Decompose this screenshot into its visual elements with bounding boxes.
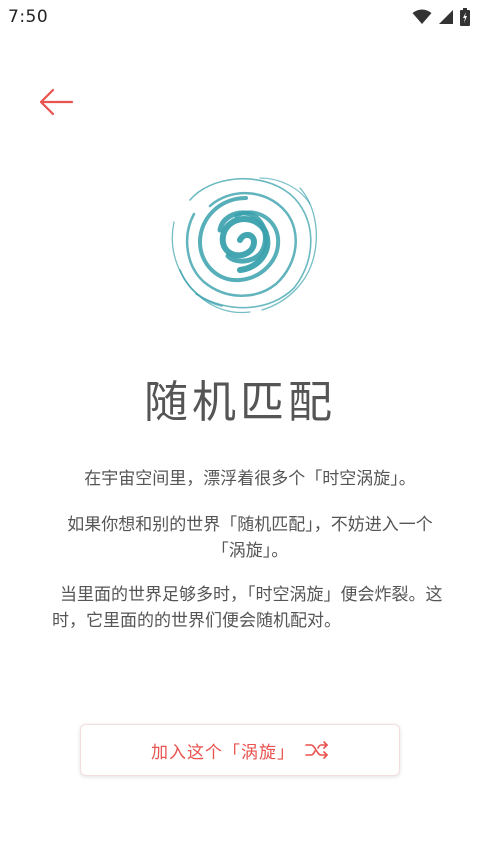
back-button[interactable] [34, 86, 78, 122]
join-vortex-button[interactable]: 加入这个「涡旋」 [80, 724, 400, 776]
status-icons [412, 8, 470, 26]
status-bar: 7:50 [0, 0, 480, 34]
shuffle-icon [305, 741, 329, 759]
description-paragraph: 在宇宙空间里，漂浮着很多个「时空涡旋」。 [84, 469, 416, 489]
status-time: 7:50 [8, 7, 49, 27]
description-paragraph: 当里面的世界足够多时，「时空涡旋」便会炸裂。这时，它里面的的世界们便会随机配对。 [52, 585, 443, 631]
random-match-screen: 7:50 随机匹配 在宇宙空间里，漂浮着很多个「时空涡旋」。 如果你想和别的世界… [0, 0, 480, 853]
description-paragraph: 如果你想和别的世界「随机匹配」，不妨进入一个「涡旋」。 [67, 515, 433, 561]
wifi-icon [412, 9, 432, 25]
join-vortex-label: 加入这个「涡旋」 [151, 742, 295, 763]
page-title: 随机匹配 [144, 377, 336, 428]
arrow-left-icon [38, 88, 74, 120]
battery-icon [460, 8, 470, 26]
vortex-icon [160, 165, 320, 315]
signal-icon [438, 9, 454, 25]
